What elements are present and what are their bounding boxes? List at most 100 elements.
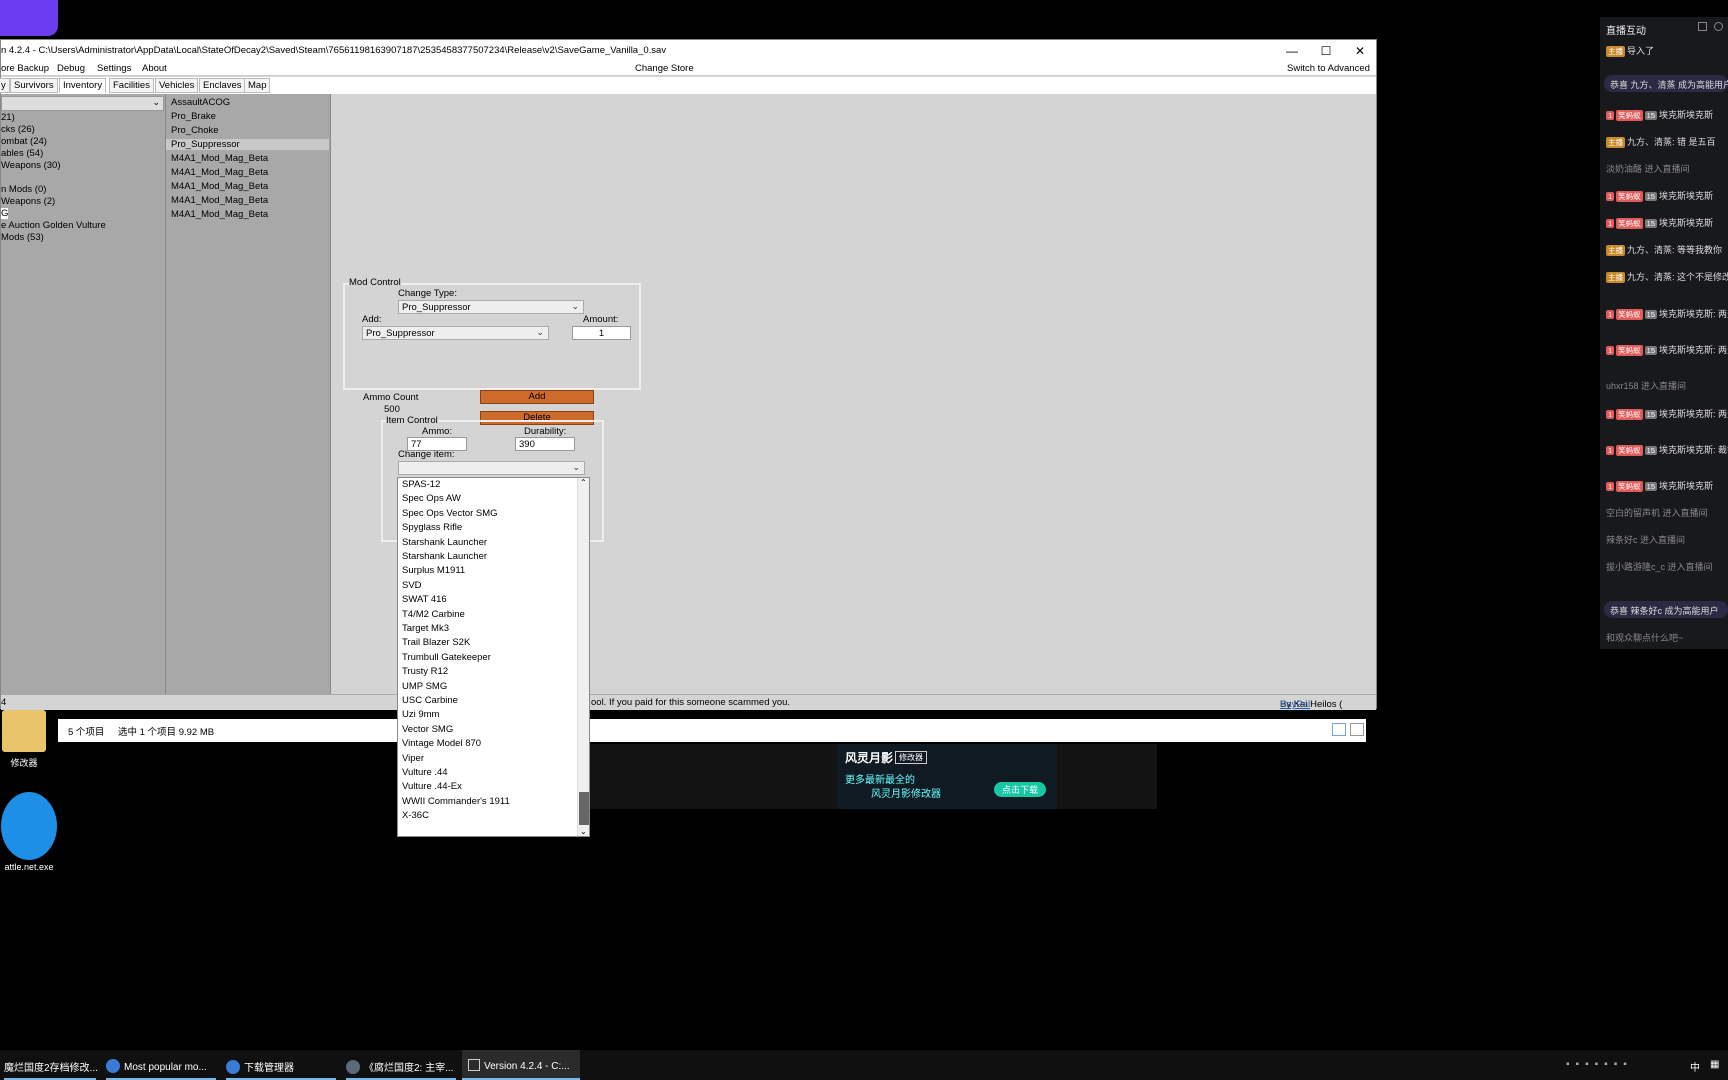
dropdown-option[interactable]: Spec Ops Vector SMG — [402, 508, 498, 519]
dropdown-option[interactable]: WWII Commander's 1911 — [402, 796, 510, 807]
tree-item[interactable]: 21) — [1, 112, 15, 123]
chat-notice-text: 恭喜 辣条好c 成为高能用户 — [1610, 606, 1719, 616]
dropdown-option[interactable]: Vector SMG — [402, 724, 453, 735]
tree-item[interactable]: ombat (24) — [1, 136, 47, 147]
fan-club-badge: 笑蚂蚁 — [1616, 481, 1643, 492]
dropdown-option[interactable]: Starshank Launcher — [402, 537, 487, 548]
list-item[interactable]: M4A1_Mod_Mag_Beta — [171, 153, 268, 164]
close-button[interactable]: ✕ — [1345, 42, 1375, 60]
taskbar-item-editor[interactable]: Version 4.2.4 - C:... — [462, 1050, 580, 1080]
list-item[interactable]: AssaultACOG — [171, 97, 230, 108]
tree-item-selected[interactable]: G — [1, 208, 9, 219]
tab-map[interactable]: Map — [244, 78, 271, 93]
scroll-down-arrow-icon[interactable]: ⌄ — [580, 827, 587, 836]
desktop-app-icon-top[interactable] — [0, 0, 58, 36]
tree-item[interactable]: cks (26) — [1, 124, 35, 135]
add-button[interactable]: Add — [480, 390, 594, 404]
tab-inventory[interactable]: Inventory — [59, 78, 107, 93]
tab-vehicles[interactable]: Vehicles — [155, 78, 199, 93]
list-item[interactable]: Pro_Choke — [171, 125, 219, 136]
category-combo[interactable]: ⌄ — [1, 96, 164, 111]
dropdown-option[interactable]: SWAT 416 — [402, 594, 447, 605]
change-type-select[interactable]: Pro_Suppressor ⌄ — [398, 300, 584, 314]
details-view-icon[interactable] — [1332, 723, 1346, 736]
ad-banner[interactable]: 风灵月影 修改器 更多最新最全的 风灵月影修改器 点击下载 — [837, 744, 1057, 809]
dropdown-option[interactable]: UMP SMG — [402, 681, 447, 692]
dropdown-option[interactable]: Vulture .44 — [402, 767, 448, 778]
menu-debug[interactable]: Debug — [57, 63, 85, 74]
list-item[interactable]: M4A1_Mod_Mag_Beta — [171, 209, 268, 220]
taskbar-item-browser[interactable]: Most popular mo... — [106, 1050, 216, 1080]
dropdown-option[interactable]: Target Mk3 — [402, 623, 449, 634]
list-view-icon[interactable] — [1350, 723, 1364, 736]
title-bar: n 4.2.4 - C:\Users\Administrator\AppData… — [1, 40, 1376, 62]
paypal-link[interactable]: PayPal — [1280, 699, 1310, 710]
menu-switch-advanced[interactable]: Switch to Advanced — [1287, 63, 1370, 74]
ad-tag: 修改器 — [895, 751, 927, 764]
dropdown-option[interactable]: USC Carbine — [402, 695, 458, 706]
maximize-button[interactable]: ☐ — [1311, 42, 1341, 60]
tree-item[interactable]: n Mods (0) — [1, 184, 46, 195]
fan-level-badge: 1 — [1606, 310, 1615, 319]
explorer-status-strip: 5 个项目 选中 1 个项目 9.92 MB — [58, 719, 1366, 742]
desktop-icon-trainer[interactable]: 修改器 — [0, 710, 48, 769]
dropdown-scrollbar[interactable]: ⌃ ⌄ — [577, 478, 589, 836]
tree-item[interactable]: Weapons (30) — [1, 160, 61, 171]
dropdown-option[interactable]: T4/M2 Carbine — [402, 609, 465, 620]
scroll-up-arrow-icon[interactable]: ⌃ — [580, 478, 587, 487]
dropdown-option[interactable]: Starshank Launcher — [402, 551, 487, 562]
menu-store-backup[interactable]: ore Backup — [1, 63, 49, 74]
dropdown-option[interactable]: Vintage Model 870 — [402, 738, 481, 749]
dropdown-option[interactable]: X-36C — [402, 810, 429, 821]
chat-settings-icon[interactable] — [1714, 22, 1723, 31]
chevron-down-icon: ⌄ — [152, 97, 160, 107]
tab-enclaves[interactable]: Enclaves — [199, 78, 246, 93]
tree-item[interactable]: Mods (53) — [1, 232, 44, 243]
chat-input[interactable]: 和观众聊点什么吧~ — [1606, 631, 1683, 644]
list-item[interactable]: Pro_Brake — [171, 111, 216, 122]
popout-icon[interactable] — [1698, 22, 1707, 31]
menu-settings[interactable]: Settings — [97, 63, 131, 74]
tree-item[interactable]: e Auction Golden Vulture — [1, 220, 106, 231]
list-item[interactable]: M4A1_Mod_Mag_Beta — [171, 167, 268, 178]
desktop-icon-trainer-label: 修改器 — [10, 758, 38, 768]
dropdown-option[interactable]: Uzi 9mm — [402, 709, 439, 720]
menu-change-store[interactable]: Change Store — [635, 63, 694, 74]
tree-item[interactable]: Weapons (2) — [1, 196, 55, 207]
grid-icon[interactable]: ▦ — [1710, 1059, 1719, 1070]
dropdown-option[interactable]: Viper — [402, 753, 424, 764]
change-item-select[interactable]: ⌄ — [398, 461, 585, 475]
dropdown-option[interactable]: Spec Ops AW — [402, 493, 461, 504]
list-item-selected[interactable]: Pro_Suppressor — [166, 139, 329, 150]
add-select[interactable]: Pro_Suppressor ⌄ — [362, 326, 549, 340]
tab-facilities[interactable]: Facilities — [109, 78, 154, 93]
dropdown-option[interactable]: Trail Blazer S2K — [402, 637, 470, 648]
dropdown-option[interactable]: SPAS-12 — [402, 479, 440, 490]
amount-input[interactable]: 1 — [572, 326, 631, 340]
ad-line1: 更多最新最全的 — [845, 775, 915, 786]
taskbar-item-download-manager[interactable]: 下载管理器 — [226, 1050, 336, 1080]
chat-text: 埃克斯埃克斯: 两天有事 — [1659, 409, 1728, 419]
scrollbar-thumb[interactable] — [579, 792, 589, 825]
taskbar-item-trainer[interactable]: 魔烂国度2存档修改... — [4, 1050, 98, 1080]
menu-about[interactable]: About — [142, 63, 167, 74]
dropdown-option[interactable]: Spyglass Rifle — [402, 522, 462, 533]
minimize-button[interactable]: — — [1277, 42, 1307, 60]
change-item-dropdown-list[interactable]: SPAS-12 Spec Ops AW Spec Ops Vector SMG … — [397, 477, 590, 837]
list-item[interactable]: M4A1_Mod_Mag_Beta — [171, 195, 268, 206]
input-method-indicator[interactable]: 中 — [1690, 1059, 1700, 1074]
taskbar-item-game[interactable]: 《腐烂国度2: 主宰... — [346, 1050, 456, 1080]
dropdown-option[interactable]: SVD — [402, 580, 422, 591]
dropdown-option[interactable]: Vulture .44-Ex — [402, 781, 462, 792]
ad-download-button[interactable]: 点击下载 — [994, 782, 1047, 797]
desktop-icon-battlenet[interactable]: attle.net.exe — [0, 792, 58, 872]
tab-summary[interactable]: y — [0, 78, 10, 93]
tab-survivors[interactable]: Survivors — [10, 78, 58, 93]
dropdown-option[interactable]: Trusty R12 — [402, 666, 448, 677]
list-item[interactable]: M4A1_Mod_Mag_Beta — [171, 181, 268, 192]
user-level-badge: 15 — [1644, 410, 1658, 419]
dropdown-option[interactable]: Trumbull Gatekeeper — [402, 652, 491, 663]
dropdown-option[interactable]: Surplus M1911 — [402, 565, 465, 576]
durability-input[interactable]: 390 — [515, 437, 575, 451]
tree-item[interactable]: ables (54) — [1, 148, 43, 159]
